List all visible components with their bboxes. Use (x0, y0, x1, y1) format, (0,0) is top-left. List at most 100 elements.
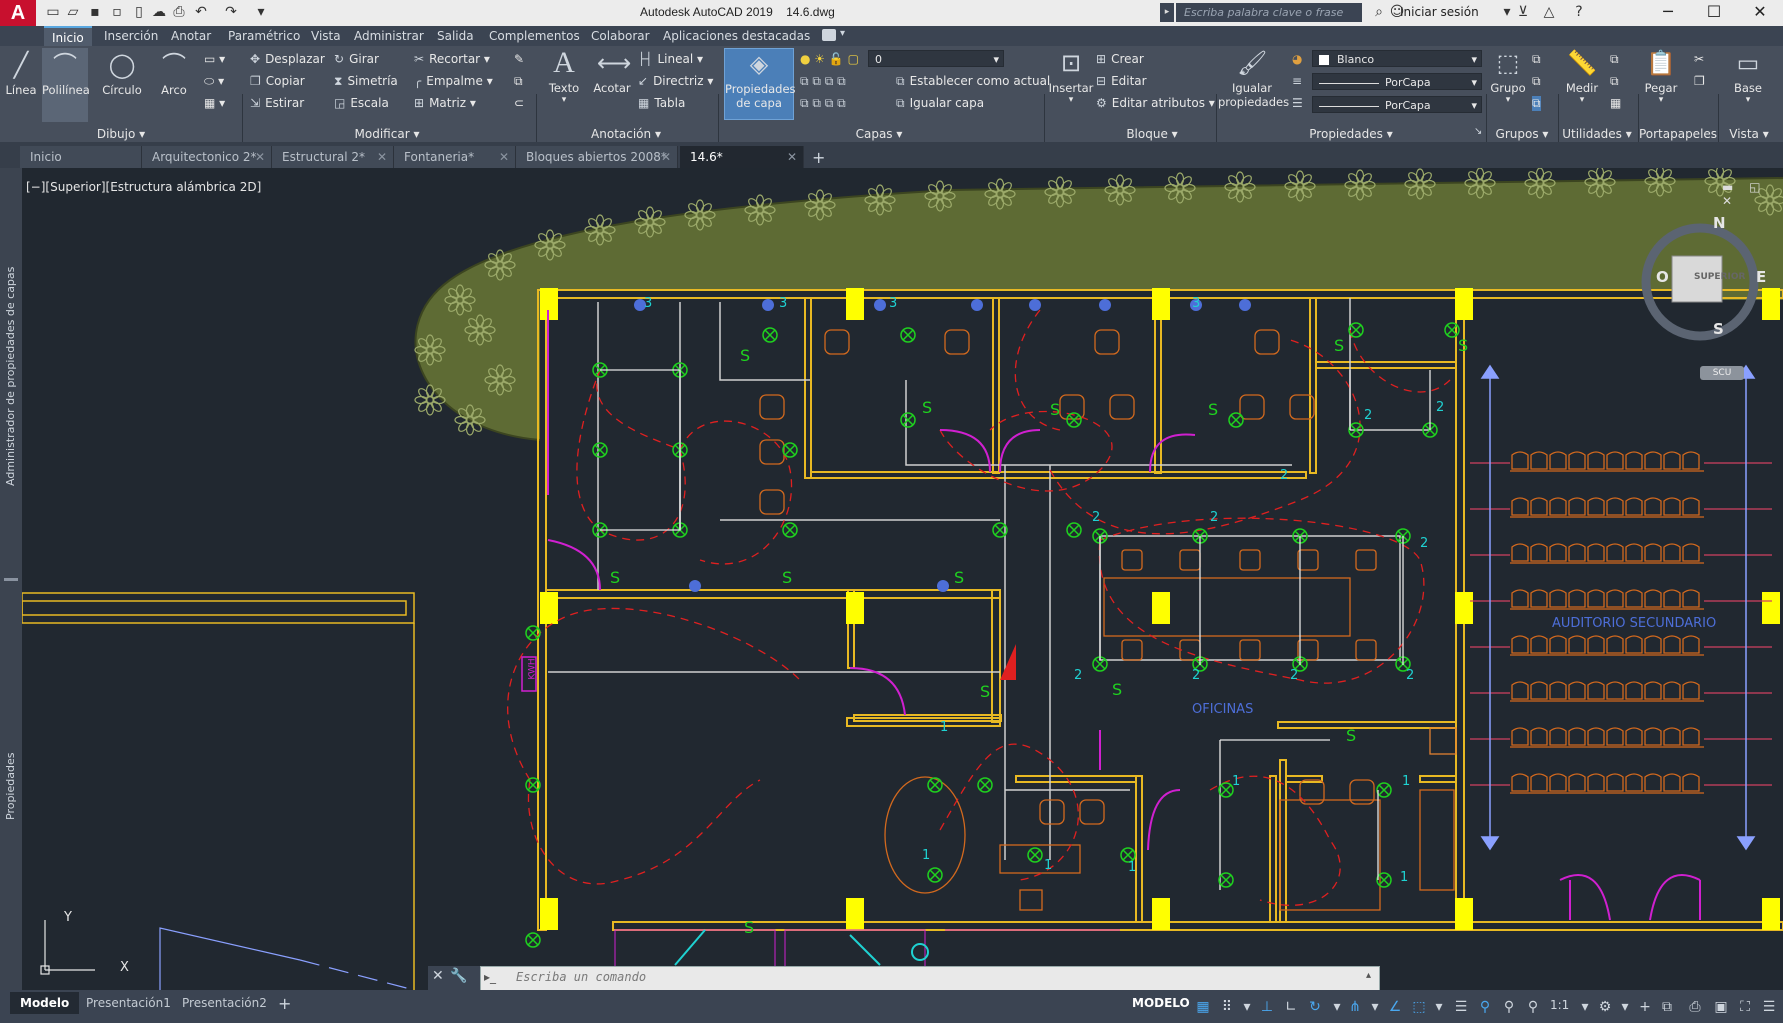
simetria-button[interactable]: ⧗ Simetría (334, 74, 398, 89)
layout-tab-presentacion2[interactable]: Presentación2 (172, 992, 277, 1014)
search-input[interactable]: Escriba palabra clave o frase (1176, 3, 1362, 22)
close-tab-icon[interactable]: ✕ (787, 146, 797, 168)
cart-icon[interactable]: ⊻ (1514, 3, 1532, 21)
insertar-button[interactable]: ⊡ Insertar ▾ (1048, 48, 1094, 105)
object-snap-icon[interactable]: ⬚ (1408, 997, 1430, 1017)
rectangle-icon[interactable]: ▭ ▾ (204, 52, 225, 66)
units-icon[interactable]: ⧉ (1656, 997, 1678, 1017)
add-layout-icon[interactable]: + (278, 994, 291, 1013)
doc-tab-bloques-abiertos[interactable]: Bloques abiertos 2008* ✕ (516, 146, 678, 168)
annotation-scale-value[interactable]: 1:1 (1550, 998, 1569, 1012)
linea-button[interactable]: ╱ Línea (2, 50, 40, 97)
empalme-button[interactable]: ╭ Empalme ▾ (414, 74, 493, 88)
propiedades-capa-button[interactable]: ◈ Propiedades de capa (724, 48, 796, 120)
command-input[interactable]: Escriba un comando (516, 970, 646, 984)
lineweight-dropdown[interactable]: PorCapa ▾ (1312, 96, 1482, 113)
isodraft-icon[interactable]: ⋔ (1344, 997, 1366, 1017)
panel-grupos-title[interactable]: Grupos ▾ (1486, 126, 1558, 142)
base-button[interactable]: ▭ Base ▾ (1722, 48, 1774, 105)
redo-icon[interactable]: ↷ (222, 3, 240, 21)
help-icon[interactable]: ? (1570, 3, 1588, 21)
search-expand-icon[interactable]: ▸ (1160, 3, 1174, 22)
panel-dibujo-title[interactable]: Dibujo ▾ (0, 126, 242, 142)
calculator-icon[interactable]: ▦ (1610, 96, 1621, 110)
ribbon-toggle-icon[interactable] (822, 29, 836, 41)
auto-scale-icon[interactable]: ⚲ (1498, 997, 1520, 1017)
model-space-button[interactable]: MODELO (1132, 996, 1190, 1010)
isolate-objects-icon[interactable]: ▣ (1710, 997, 1732, 1017)
doc-tab-arquitectonico[interactable]: Arquitectonico 2* ✕ (142, 146, 272, 168)
customize-status-icon[interactable]: ☰ (1758, 997, 1780, 1017)
texto-button[interactable]: A Texto ▾ (544, 48, 584, 106)
autocad-logo-icon[interactable]: A (0, 0, 36, 26)
escala-button[interactable]: ◲ Escala (334, 96, 389, 110)
viewport-window-controls[interactable]: ▬ ◱ ✕ (1722, 180, 1783, 208)
tabla-button[interactable]: ▦ Tabla (638, 96, 685, 110)
layer-tools-row2[interactable]: ⧉ ⧉ ⧉ ⧉ (800, 96, 851, 111)
panel-capas-title[interactable]: Capas ▾ (718, 126, 1040, 142)
workspace-dropdown-icon[interactable]: ▾ (1614, 997, 1636, 1017)
minimize-button[interactable]: ─ (1647, 0, 1689, 26)
tab-salida[interactable]: Salida (429, 26, 482, 46)
customize-command-icon[interactable]: 🔧 (450, 968, 467, 984)
object-snap-tracking-icon[interactable]: ∠ (1384, 997, 1406, 1017)
drawing-area[interactable]: [−][Superior][Estructura alámbrica 2D] ▬… (22, 168, 1783, 990)
layout-tab-modelo[interactable]: Modelo (10, 992, 80, 1014)
group-select-icon[interactable]: ⧉ (1532, 96, 1541, 111)
offset-icon[interactable]: ⊂ (514, 96, 524, 110)
doc-tab-fontaneria[interactable]: Fontaneria* ✕ (394, 146, 516, 168)
tab-inicio[interactable]: Inicio (44, 26, 92, 46)
igualar-capa-button[interactable]: ⧉ Igualar capa (896, 96, 984, 111)
signin-button[interactable]: Iniciar sesión (1400, 5, 1479, 19)
explode-icon[interactable]: ⧉ (514, 74, 523, 89)
polar-tracking-icon[interactable]: ↻ (1304, 997, 1326, 1017)
panel-utilidades-title[interactable]: Utilidades ▾ (1558, 126, 1636, 142)
doc-tab-inicio[interactable]: Inicio (20, 146, 142, 168)
tab-anotar[interactable]: Anotar (163, 26, 219, 46)
layer-dropdown[interactable]: 0 ▾ (868, 50, 1004, 67)
customize-quick-access-icon[interactable]: ▾ (252, 3, 270, 21)
infer-constraints-icon[interactable]: ⊥ (1256, 997, 1278, 1017)
grid-icon[interactable]: ▦ (1192, 997, 1214, 1017)
panel-vista-title[interactable]: Vista ▾ (1718, 126, 1780, 142)
autodesk-app-icon[interactable]: △ (1540, 3, 1558, 21)
annotation-visibility-icon[interactable]: ⚲ (1474, 997, 1496, 1017)
recortar-button[interactable]: ✂ Recortar ▾ (414, 52, 490, 66)
snap-dropdown-icon[interactable]: ▾ (1236, 997, 1258, 1017)
clean-screen-icon[interactable]: ⛶ (1734, 997, 1756, 1017)
ellipse-icon[interactable]: ⬭ ▾ (204, 74, 224, 89)
panel-portapapeles-title[interactable]: Portapapeles (1638, 126, 1718, 142)
copy-clip-icon[interactable]: ❐ (1694, 74, 1705, 88)
compass-south[interactable]: S (1713, 320, 1724, 338)
compass-north[interactable]: N (1713, 214, 1726, 232)
save-as-icon[interactable]: ▫ (108, 3, 126, 21)
snap-icon[interactable]: ⠿ (1216, 997, 1238, 1017)
group-edit-icon[interactable]: ⧉ (1532, 74, 1541, 89)
layer-state-icons[interactable]: ● ☀ 🔓 ▢ (800, 52, 859, 66)
linetype-dropdown[interactable]: PorCapa ▾ (1312, 73, 1482, 90)
close-tab-icon[interactable]: ✕ (255, 146, 265, 168)
new-file-icon[interactable]: ▭ (44, 3, 62, 21)
save-icon[interactable]: ▪ (86, 3, 104, 21)
annotation-monitor-icon[interactable]: + (1634, 997, 1656, 1017)
grupo-button[interactable]: ⬚ Grupo ▾ (1488, 48, 1528, 105)
panel-modificar-title[interactable]: Modificar ▾ (242, 126, 532, 142)
select-all-icon[interactable]: ⧉ (1610, 74, 1619, 89)
doc-tab-14-6[interactable]: 14.6* ✕ (680, 146, 804, 168)
copiar-button[interactable]: ❐ Copiar (250, 74, 305, 88)
compass-east[interactable]: E (1756, 268, 1766, 286)
desplazar-button[interactable]: ✥ Desplazar (250, 52, 325, 66)
lineweight-display-icon[interactable]: ☰ (1450, 997, 1472, 1017)
compass-west[interactable]: O (1656, 268, 1669, 286)
tab-complementos[interactable]: Complementos (481, 26, 588, 46)
erase-icon[interactable]: ✎ (514, 52, 524, 66)
establecer-actual-button[interactable]: ⧉ Establecer como actual (896, 74, 1050, 89)
tab-insercion[interactable]: Inserción (96, 26, 166, 46)
medir-button[interactable]: 📏 Medir ▾ (1560, 48, 1604, 105)
hardware-acceleration-icon[interactable]: ⎙ (1684, 997, 1706, 1017)
annotation-scale-icon[interactable]: ⚲ (1522, 997, 1544, 1017)
undo-icon[interactable]: ↶ (192, 3, 210, 21)
object-snap-dropdown-icon[interactable]: ▾ (1428, 997, 1450, 1017)
arco-button[interactable]: ⌒ Arco (154, 50, 194, 97)
tab-colaborar[interactable]: Colaborar (583, 26, 658, 46)
